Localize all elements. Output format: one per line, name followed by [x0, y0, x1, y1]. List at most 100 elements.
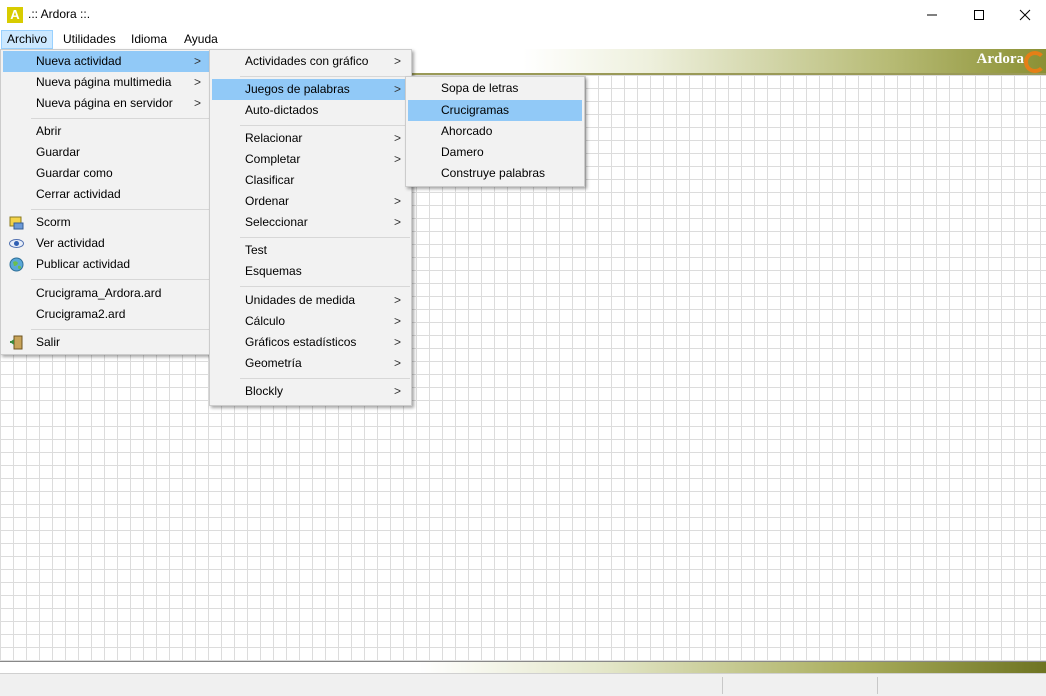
- menu-item-recent-file[interactable]: Crucigrama_Ardora.ard: [3, 283, 209, 304]
- menu-item-label: Juegos de palabras: [245, 82, 350, 96]
- menu-item-scorm[interactable]: Scorm: [3, 212, 209, 233]
- menu-item-label: Ahorcado: [441, 124, 493, 138]
- menu-item-blockly[interactable]: Blockly >: [212, 381, 409, 402]
- menu-separator: [240, 76, 410, 77]
- minimize-icon: [927, 14, 937, 16]
- menu-ayuda[interactable]: Ayuda: [178, 30, 224, 49]
- submenu-arrow-icon: >: [393, 152, 401, 166]
- menu-item-salir[interactable]: Salir: [3, 332, 209, 353]
- menu-item-label: Blockly: [245, 384, 284, 398]
- menu-separator: [240, 378, 410, 379]
- submenu-arrow-icon: >: [193, 96, 201, 110]
- bottom-banner: [0, 661, 1046, 673]
- submenu-arrow-icon: >: [393, 356, 401, 370]
- maximize-icon: [974, 10, 984, 20]
- menu-item-label: Actividades con gráfico: [245, 54, 369, 68]
- minimize-button[interactable]: [909, 0, 955, 30]
- eye-icon: [9, 239, 24, 248]
- menu-item-auto-dictados[interactable]: Auto-dictados: [212, 100, 409, 121]
- menu-item-label: Crucigrama_Ardora.ard: [36, 286, 162, 300]
- menu-item-label: Salir: [36, 335, 61, 349]
- status-separator: [722, 677, 723, 694]
- menu-archivo[interactable]: Archivo: [1, 30, 54, 49]
- menu-separator: [240, 125, 410, 126]
- menu-item-label: Seleccionar: [245, 215, 308, 229]
- menu-item-label: Unidades de medida: [245, 293, 356, 307]
- menu-bar: Archivo Utilidades Idioma Ayuda: [0, 30, 1046, 49]
- menu-item-guardar-como[interactable]: Guardar como: [3, 163, 209, 184]
- menu-item-cerrar-actividad[interactable]: Cerrar actividad: [3, 184, 209, 205]
- menu-item-clasificar[interactable]: Clasificar: [212, 170, 409, 191]
- submenu-arrow-icon: >: [393, 335, 401, 349]
- submenu-arrow-icon: >: [393, 194, 401, 208]
- brand-logo-icon: [1024, 51, 1046, 73]
- menu-item-label: Cerrar actividad: [36, 187, 121, 201]
- menu-item-label: Nueva página en servidor: [36, 96, 173, 110]
- menu-idioma[interactable]: Idioma: [125, 30, 173, 49]
- menu-item-sopa-de-letras[interactable]: Sopa de letras: [408, 78, 582, 99]
- menu-item-label: Nueva página multimedia: [36, 75, 172, 89]
- menu-item-seleccionar[interactable]: Seleccionar >: [212, 212, 409, 233]
- brand-logo-text: Ardora: [976, 51, 1025, 67]
- menu-item-label: Guardar: [36, 145, 81, 159]
- menu-item-nueva-actividad[interactable]: Nueva actividad >: [3, 51, 209, 72]
- menu-item-actividades-con-grafico[interactable]: Actividades con gráfico >: [212, 51, 409, 72]
- menu-item-juegos-de-palabras[interactable]: Juegos de palabras >: [212, 79, 409, 100]
- menu-separator: [31, 329, 209, 330]
- menu-item-graficos-estadisticos[interactable]: Gráficos estadísticos >: [212, 332, 409, 353]
- menu-item-calculo[interactable]: Cálculo >: [212, 311, 409, 332]
- menu-item-unidades-de-medida[interactable]: Unidades de medida >: [212, 290, 409, 311]
- window-title: .:: Ardora ::.: [28, 7, 91, 21]
- menu-item-label: Guardar como: [36, 166, 113, 180]
- menu-separator: [240, 286, 410, 287]
- submenu-arrow-icon: >: [393, 293, 401, 307]
- nueva-actividad-submenu: Actividades con gráfico > Juegos de palab…: [209, 49, 412, 406]
- status-separator: [877, 677, 878, 694]
- menu-item-abrir[interactable]: Abrir: [3, 121, 209, 142]
- menu-separator: [31, 279, 209, 280]
- submenu-arrow-icon: >: [393, 54, 401, 68]
- menu-item-ver-actividad[interactable]: Ver actividad: [3, 233, 209, 254]
- globe-icon: [9, 257, 24, 272]
- menu-item-ordenar[interactable]: Ordenar >: [212, 191, 409, 212]
- menu-item-completar[interactable]: Completar >: [212, 149, 409, 170]
- menu-item-publicar-actividad[interactable]: Publicar actividad: [3, 254, 209, 275]
- menu-item-test[interactable]: Test: [212, 240, 409, 261]
- submenu-arrow-icon: >: [393, 314, 401, 328]
- menu-item-label: Clasificar: [245, 173, 295, 187]
- menu-utilidades[interactable]: Utilidades: [57, 30, 122, 49]
- menu-item-guardar[interactable]: Guardar: [3, 142, 209, 163]
- menu-item-label: Ver actividad: [36, 236, 105, 250]
- menu-item-label: Crucigrama2.ard: [36, 307, 126, 321]
- menu-item-label: Ordenar: [245, 194, 290, 208]
- menu-item-label: Sopa de letras: [441, 81, 519, 95]
- menu-item-geometria[interactable]: Geometría >: [212, 353, 409, 374]
- menu-separator: [31, 209, 209, 210]
- menu-item-label: Construye palabras: [441, 166, 546, 180]
- menu-item-nueva-pagina-servidor[interactable]: Nueva página en servidor >: [3, 93, 209, 114]
- menu-item-construye-palabras[interactable]: Construye palabras: [408, 163, 582, 184]
- maximize-button[interactable]: [956, 0, 1002, 30]
- close-button[interactable]: [1002, 0, 1046, 30]
- menu-item-crucigramas[interactable]: Crucigramas: [408, 100, 582, 121]
- title-bar: A .:: Ardora ::.: [0, 0, 1046, 30]
- scorm-icon: [9, 216, 24, 230]
- menu-item-label: Nueva actividad: [36, 54, 122, 68]
- exit-door-icon: [10, 335, 23, 350]
- menu-item-relacionar[interactable]: Relacionar >: [212, 128, 409, 149]
- status-bar: [0, 673, 1046, 696]
- ardora-app-icon: A: [7, 7, 23, 23]
- juegos-de-palabras-submenu: Sopa de letras Crucigramas Ahorcado Dame…: [405, 76, 585, 187]
- submenu-arrow-icon: >: [393, 82, 401, 96]
- menu-item-esquemas[interactable]: Esquemas: [212, 261, 409, 282]
- menu-item-damero[interactable]: Damero: [408, 142, 582, 163]
- menu-item-ahorcado[interactable]: Ahorcado: [408, 121, 582, 142]
- submenu-arrow-icon: >: [393, 384, 401, 398]
- menu-item-recent-file[interactable]: Crucigrama2.ard: [3, 304, 209, 325]
- menu-item-label: Damero: [441, 145, 484, 159]
- close-icon: [1019, 9, 1031, 21]
- menu-item-label: Scorm: [36, 215, 71, 229]
- menu-item-label: Completar: [245, 152, 301, 166]
- menu-item-nueva-pagina-multimedia[interactable]: Nueva página multimedia >: [3, 72, 209, 93]
- menu-item-label: Test: [245, 243, 268, 257]
